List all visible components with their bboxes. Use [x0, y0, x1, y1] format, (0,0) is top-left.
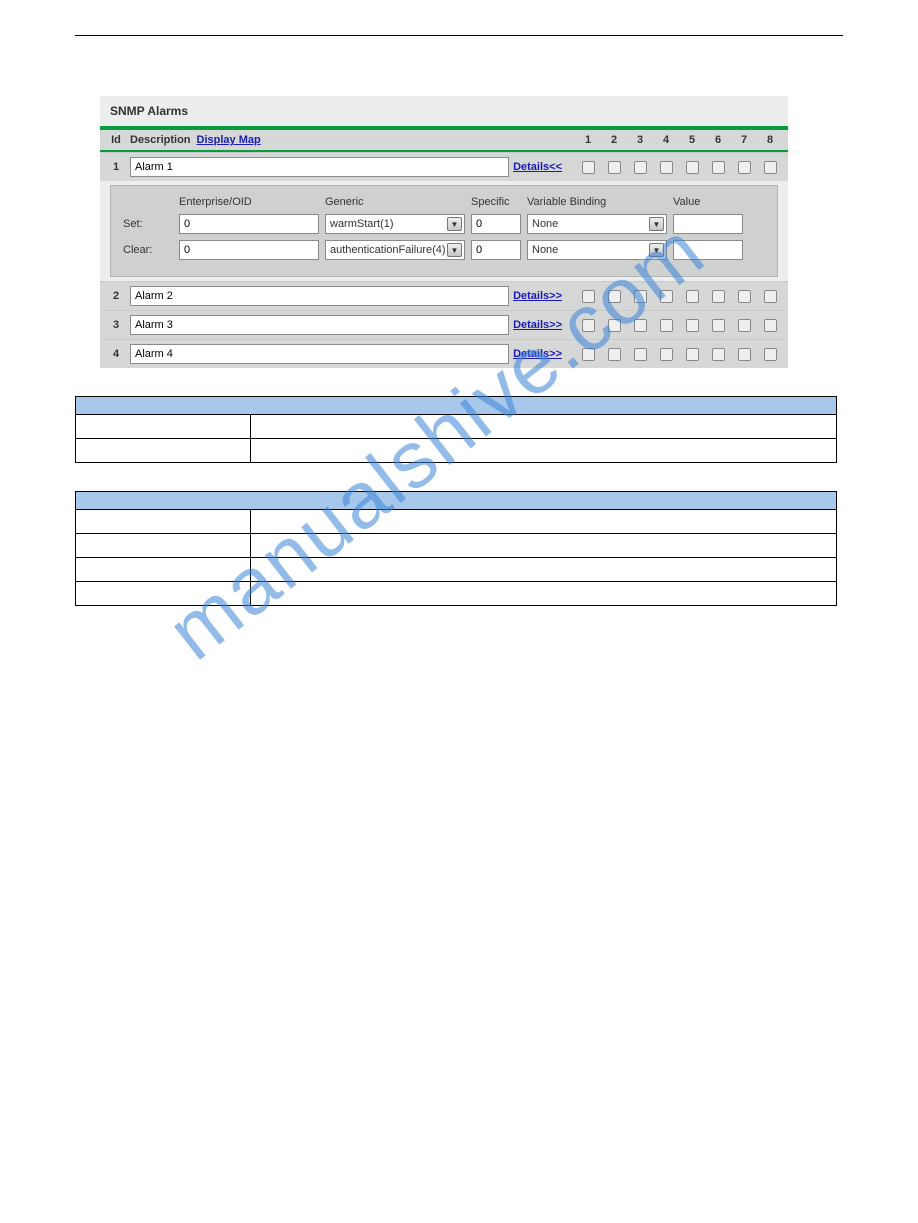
checkbox[interactable] — [634, 290, 647, 303]
alarm-id: 1 — [106, 161, 126, 173]
alarm-details-panel: Enterprise/OID Generic Specific Variable… — [110, 185, 778, 277]
checkbox[interactable] — [660, 161, 673, 174]
table1-header — [76, 397, 837, 415]
table-row: 3 Details>> — [100, 310, 788, 339]
display-map-link[interactable]: Display Map — [197, 134, 261, 146]
checkbox[interactable] — [738, 161, 751, 174]
checkbox[interactable] — [712, 348, 725, 361]
clear-value-input[interactable] — [673, 240, 743, 260]
checkbox[interactable] — [608, 290, 621, 303]
table2-header — [76, 492, 837, 510]
table-row — [76, 582, 837, 606]
label-generic: Generic — [325, 196, 465, 208]
checkbox[interactable] — [634, 348, 647, 361]
checkbox[interactable] — [686, 290, 699, 303]
table-row: 1 Details<< — [100, 152, 788, 181]
table-row: 4 Details>> — [100, 339, 788, 368]
label-clear: Clear: — [123, 244, 173, 256]
table-row — [76, 534, 837, 558]
checkbox[interactable] — [634, 161, 647, 174]
checkbox[interactable] — [686, 319, 699, 332]
table-row — [76, 558, 837, 582]
clear-varbind-select[interactable]: None ▼ — [527, 240, 667, 260]
page-top-rule — [75, 35, 843, 36]
info-table-1 — [75, 396, 837, 463]
col-5: 5 — [680, 134, 704, 146]
details-toggle[interactable]: Details>> — [513, 319, 562, 331]
clear-specific-input[interactable] — [471, 240, 521, 260]
chevron-down-icon: ▼ — [447, 243, 462, 257]
checkbox[interactable] — [582, 348, 595, 361]
checkbox[interactable] — [608, 161, 621, 174]
col-2: 2 — [602, 134, 626, 146]
set-value-input[interactable] — [673, 214, 743, 234]
col-7: 7 — [732, 134, 756, 146]
set-varbind-select[interactable]: None ▼ — [527, 214, 667, 234]
label-set: Set: — [123, 218, 173, 230]
panel-title: SNMP Alarms — [100, 96, 788, 124]
col-6: 6 — [706, 134, 730, 146]
checkbox[interactable] — [764, 290, 777, 303]
table-header-row: Id Description Display Map 1 2 3 4 5 6 7… — [100, 130, 788, 150]
snmp-alarms-panel: SNMP Alarms Id Description Display Map 1… — [100, 96, 788, 368]
alarm-description-input[interactable] — [130, 157, 509, 177]
checkbox[interactable] — [608, 348, 621, 361]
col-description: Description — [130, 134, 191, 146]
set-specific-input[interactable] — [471, 214, 521, 234]
chevron-down-icon: ▼ — [649, 217, 664, 231]
label-specific: Specific — [471, 196, 521, 208]
checkbox[interactable] — [738, 348, 751, 361]
checkbox[interactable] — [660, 290, 673, 303]
checkbox[interactable] — [686, 348, 699, 361]
checkbox[interactable] — [686, 161, 699, 174]
col-3: 3 — [628, 134, 652, 146]
table-row — [76, 439, 837, 463]
table-row: 2 Details>> — [100, 281, 788, 310]
alarm-description-input[interactable] — [130, 315, 509, 335]
label-value: Value — [673, 196, 743, 208]
checkbox[interactable] — [764, 348, 777, 361]
table-row — [76, 415, 837, 439]
col-4: 4 — [654, 134, 678, 146]
checkbox[interactable] — [712, 161, 725, 174]
checkbox[interactable] — [660, 348, 673, 361]
chevron-down-icon: ▼ — [649, 243, 664, 257]
col-8: 8 — [758, 134, 782, 146]
col-id: Id — [106, 134, 126, 146]
set-enterprise-input[interactable] — [179, 214, 319, 234]
label-varbind: Variable Binding — [527, 196, 667, 208]
alarm-id: 3 — [106, 319, 126, 331]
col-1: 1 — [576, 134, 600, 146]
checkbox[interactable] — [712, 290, 725, 303]
details-toggle[interactable]: Details<< — [513, 161, 562, 173]
details-toggle[interactable]: Details>> — [513, 290, 562, 302]
checkbox[interactable] — [634, 319, 647, 332]
table-row — [76, 510, 837, 534]
label-enterprise: Enterprise/OID — [179, 196, 319, 208]
details-toggle[interactable]: Details>> — [513, 348, 562, 360]
checkbox[interactable] — [608, 319, 621, 332]
checkbox[interactable] — [738, 319, 751, 332]
chevron-down-icon: ▼ — [447, 217, 462, 231]
alarm-id: 2 — [106, 290, 126, 302]
checkbox[interactable] — [582, 319, 595, 332]
alarm-description-input[interactable] — [130, 344, 509, 364]
clear-enterprise-input[interactable] — [179, 240, 319, 260]
checkbox[interactable] — [582, 290, 595, 303]
alarm-description-input[interactable] — [130, 286, 509, 306]
checkbox[interactable] — [582, 161, 595, 174]
checkbox[interactable] — [764, 319, 777, 332]
alarm-id: 4 — [106, 348, 126, 360]
checkbox[interactable] — [660, 319, 673, 332]
info-table-2 — [75, 491, 837, 606]
clear-generic-select[interactable]: authenticationFailure(4) ▼ — [325, 240, 465, 260]
checkbox[interactable] — [712, 319, 725, 332]
checkbox[interactable] — [738, 290, 751, 303]
checkbox[interactable] — [764, 161, 777, 174]
set-generic-select[interactable]: warmStart(1) ▼ — [325, 214, 465, 234]
